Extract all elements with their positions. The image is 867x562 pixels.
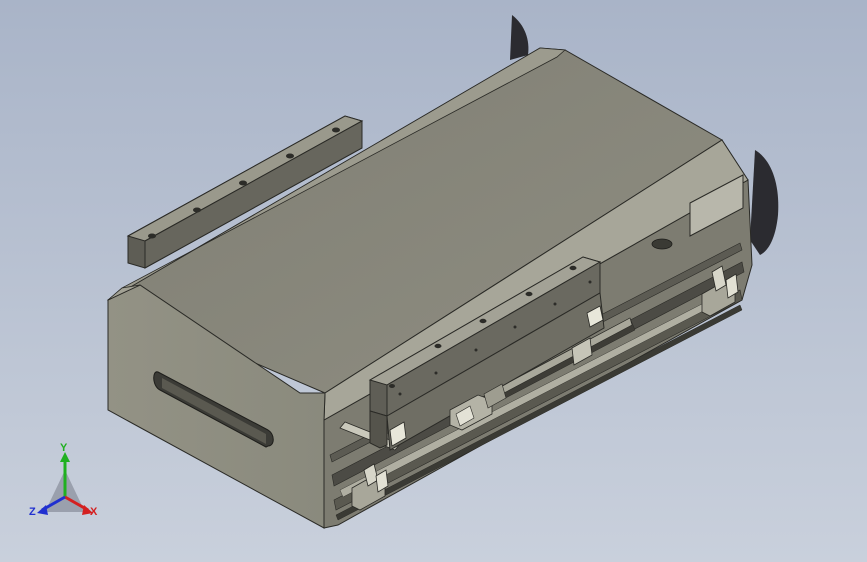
x-axis-label: X — [90, 506, 98, 518]
cad-viewport[interactable]: Y X Z — [0, 0, 867, 562]
linear-actuator-model[interactable]: Y X Z — [0, 0, 867, 562]
z-axis-label: Z — [29, 506, 36, 518]
axis-triad: Y X Z — [29, 442, 98, 518]
y-axis-label: Y — [60, 442, 68, 454]
